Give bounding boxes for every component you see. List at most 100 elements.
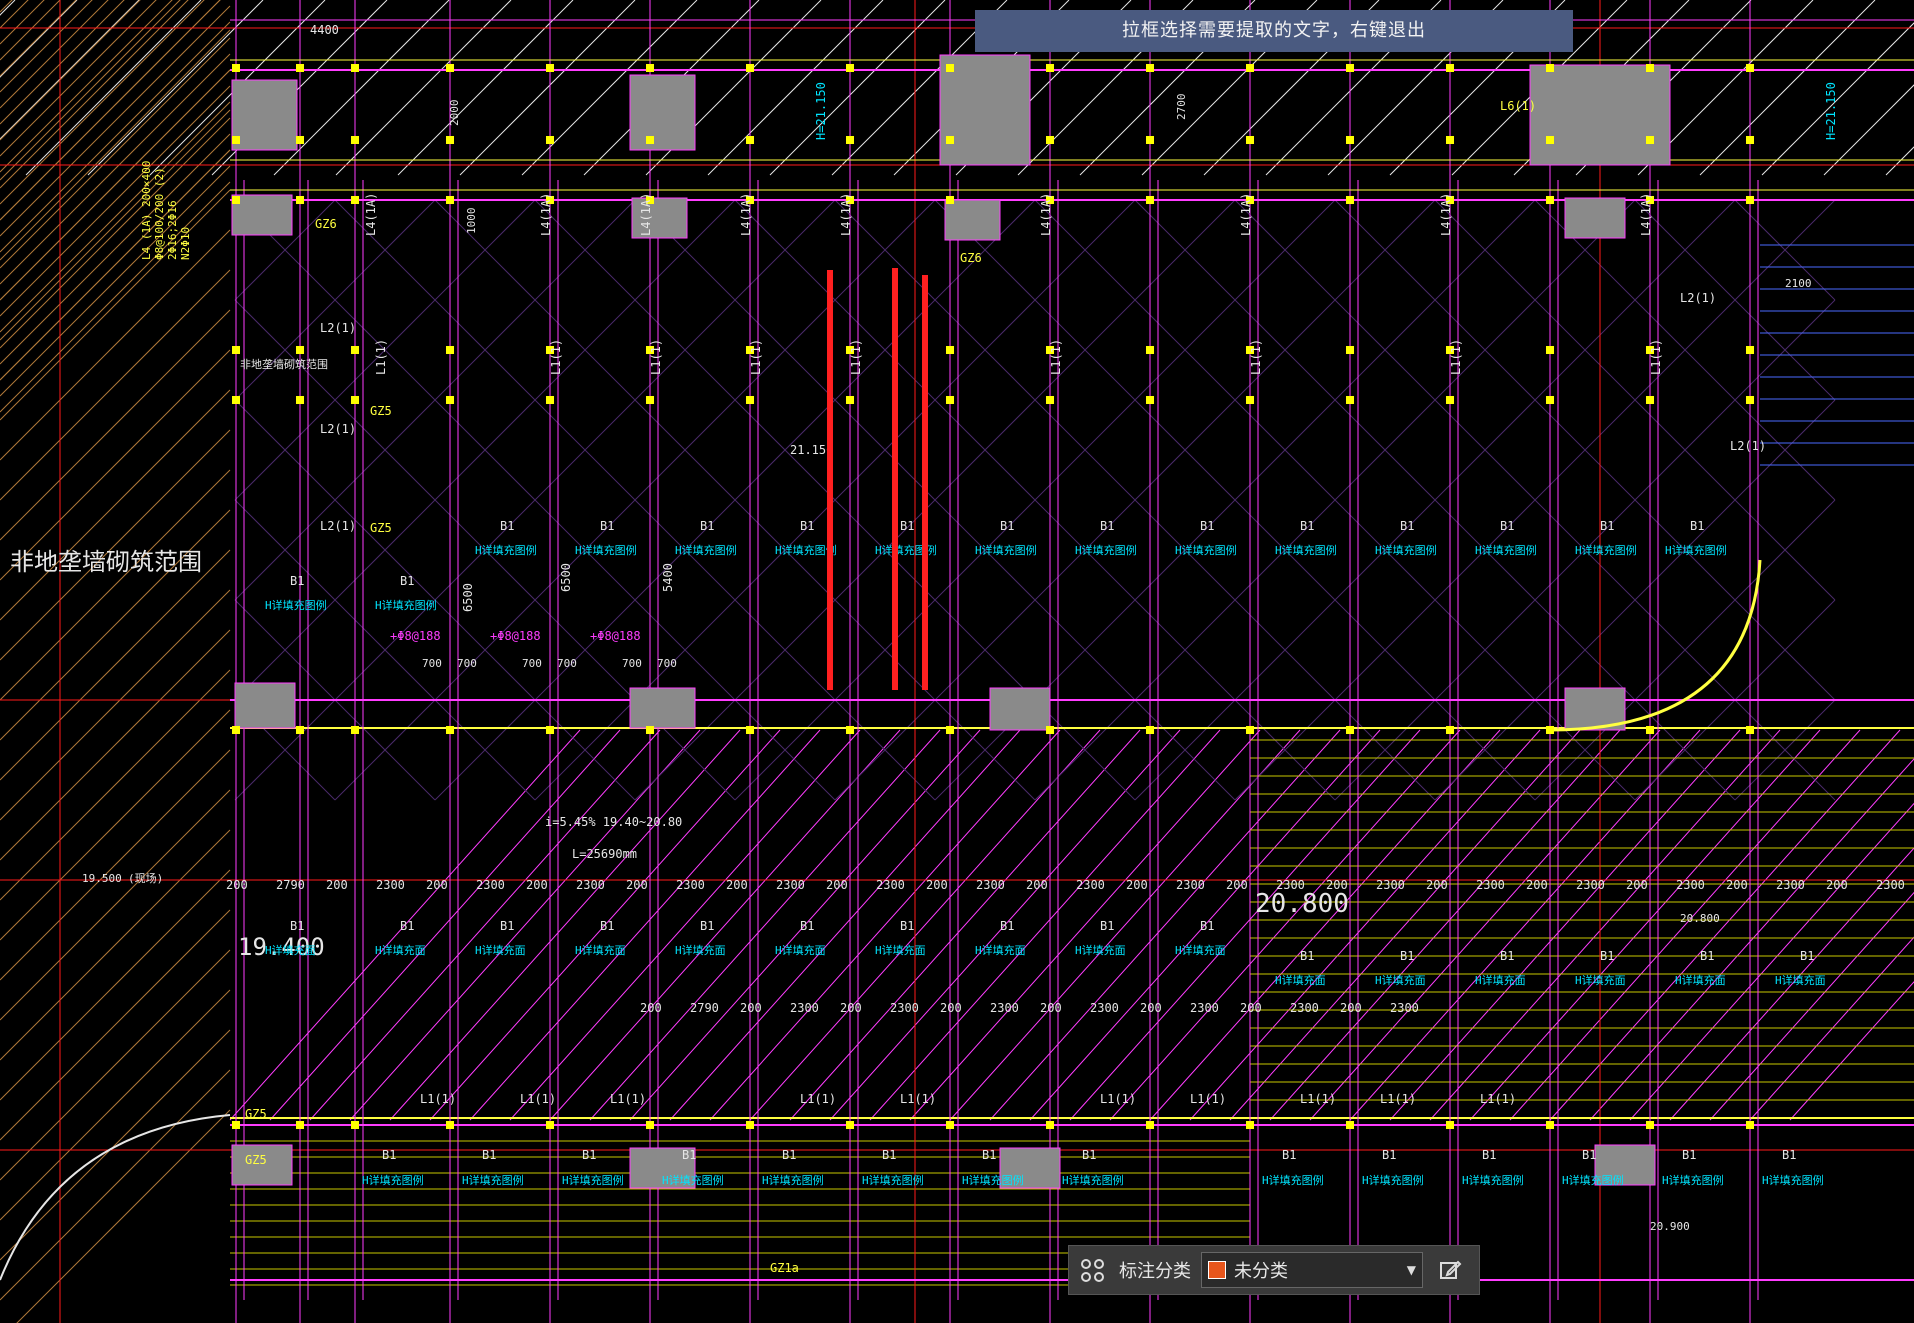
column-box [1564,197,1626,239]
slab-note-text: H详填充面 [775,943,826,957]
grid-icon[interactable] [1077,1255,1107,1285]
slab-label-text: B1 [982,1148,996,1162]
node-marker [1646,396,1654,404]
beam-label-text: L4(1A) [839,193,853,236]
slab-label-text: B1 [1690,519,1704,533]
beam-label-text: L1(1) [374,339,388,375]
beam-label-text: L1(1) [549,339,563,375]
beam-spec-text: Φ8@100/200 (2) [153,167,166,260]
slab-note-text: H详填充图例 [1275,543,1337,557]
node-marker [1546,1121,1554,1129]
beam-label-text: L6(1) [1500,99,1536,113]
slab-note-text: H详填充图例 [1662,1173,1724,1187]
beam-label-text: L1(1) [1100,1092,1136,1106]
category-color-swatch [1208,1261,1226,1279]
node-marker [232,726,240,734]
dimension-text: 2300 [1876,878,1905,892]
slab-note-text: H详填充面 [1275,973,1326,987]
node-marker [1146,64,1154,72]
node-marker [646,1121,654,1129]
node-marker [1746,196,1754,204]
slab-label-text: B1 [700,519,714,533]
node-marker [1646,726,1654,734]
slab-note-text: H详填充图例 [762,1173,824,1187]
slab-label-text: B1 [1482,1148,1496,1162]
edit-icon[interactable] [1435,1255,1465,1285]
slab-note-text: H详填充图例 [675,543,737,557]
slab-note-text: H详填充图例 [662,1173,724,1187]
dimension-text: 2300 [1176,878,1205,892]
slab-note-text: H详填充面 [1175,943,1226,957]
slab-label-text: B1 [900,519,914,533]
slab-label-text: B1 [1682,1148,1696,1162]
node-marker [1546,396,1554,404]
dimension-text: 200 [926,878,948,892]
slab-note-text: H详填充面 [1475,973,1526,987]
dimension-text: 2300 [376,878,405,892]
dimension-text: 200 [1726,878,1748,892]
node-marker [351,136,359,144]
node-marker [1746,64,1754,72]
column-box [629,74,696,151]
node-marker [846,1121,854,1129]
node-marker [351,726,359,734]
node-marker [1146,1121,1154,1129]
beam-label-text: L1(1) [1190,1092,1226,1106]
node-marker [946,196,954,204]
beam-label-text: L1(1) [1449,339,1463,375]
node-marker [1446,726,1454,734]
node-marker [296,726,304,734]
elevation-text: (现场) [128,871,163,885]
node-marker [746,64,754,72]
dimension-text: 200 [426,878,448,892]
dimension-text: 200 [726,878,748,892]
node-marker [446,726,454,734]
elevation-h-text: H=21.150 [1824,82,1838,140]
slab-note-text: H详填充面 [1675,973,1726,987]
slab-label-text: B1 [382,1148,396,1162]
node-marker [1746,396,1754,404]
dimension-text: 700 [557,657,577,670]
node-marker [296,346,304,354]
annotation-category-label: 标注分类 [1119,1261,1191,1282]
node-marker [446,64,454,72]
dimension-text: 200 [1426,878,1448,892]
node-marker [1246,1121,1254,1129]
node-marker [1346,1121,1354,1129]
category-select[interactable]: 未分类 ▼ [1201,1252,1423,1288]
column-label-text: GZ5 [370,404,392,418]
cad-drawing-canvas[interactable]: 非地垄墙砌筑范围非地垄墙砌筑范围L4 (1A) 200×400 Φ8@100/20… [0,0,1914,1323]
slab-label-text: B1 [400,919,414,933]
node-marker [946,136,954,144]
category-select-value: 未分类 [1234,1261,1288,1282]
node-marker [296,136,304,144]
dimension-text: 200 [1240,1001,1262,1015]
dimension-text: 2300 [1276,878,1305,892]
dimension-text: 200 [1326,878,1348,892]
slope-length-text: L=25690mm [572,847,637,861]
node-marker [232,196,240,204]
node-marker [296,396,304,404]
slab-note-text: H详填充图例 [1362,1173,1424,1187]
slab-note-text: H详填充图例 [862,1173,924,1187]
dimension-text: 6500 [461,583,475,612]
node-marker [1046,64,1054,72]
rebar-label-text: +Φ8@188 [590,629,641,643]
beam-label-text: L4(1A) [1639,193,1653,236]
node-marker [546,396,554,404]
dimension-text: 200 [1526,878,1548,892]
dimension-text: 200 [626,878,648,892]
dimension-text: 700 [457,657,477,670]
dimension-text: 200 [940,1001,962,1015]
node-marker [1246,64,1254,72]
dimension-text: 2700 [1175,94,1188,121]
column-label-text: GZ5 [245,1107,267,1121]
dimension-text: 2300 [1376,878,1405,892]
node-marker [446,136,454,144]
area-note-text: 非地垄墙砌筑范围 [10,548,202,576]
node-marker [1546,726,1554,734]
slab-label-text: B1 [500,919,514,933]
beam-label-text: L1(1) [849,339,863,375]
slab-note-text: H详填充面 [975,943,1026,957]
slab-label-text: B1 [1600,949,1614,963]
